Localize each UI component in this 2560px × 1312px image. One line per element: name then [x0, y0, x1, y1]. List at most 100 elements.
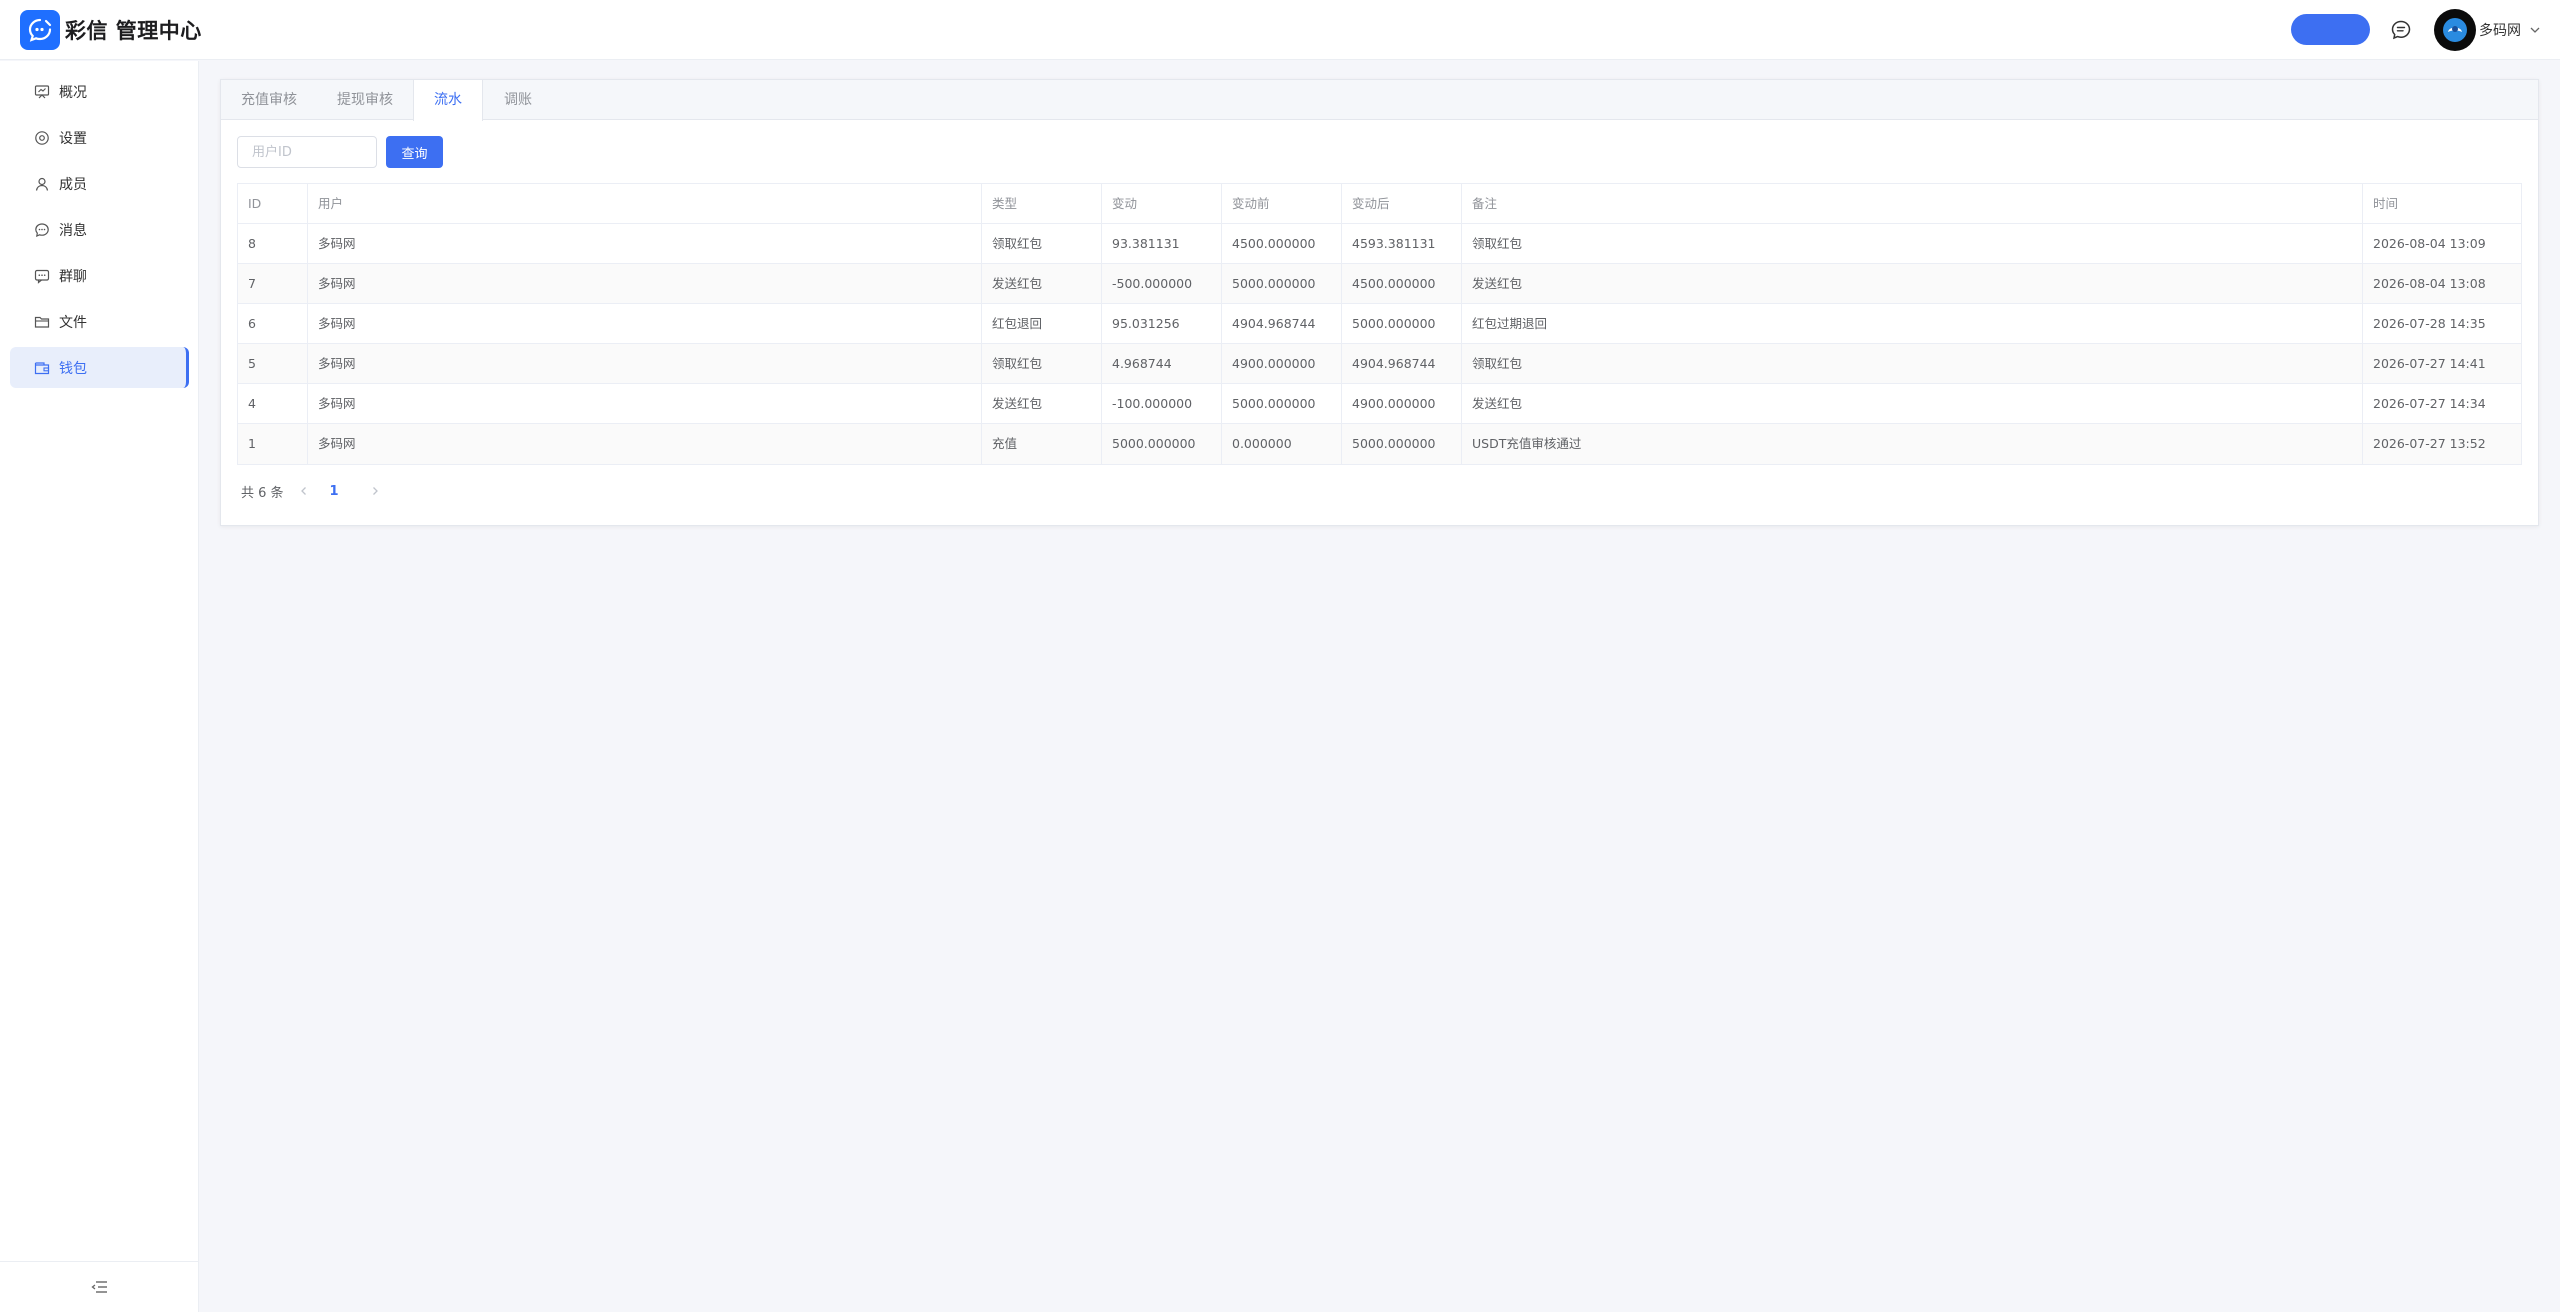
- column-header-note: 备注: [1462, 184, 2363, 223]
- sidebar-item-members[interactable]: 成员: [10, 163, 189, 204]
- cell-type: 领取红包: [982, 224, 1102, 263]
- cell-id: 7: [238, 264, 308, 303]
- message-icon[interactable]: [2389, 18, 2413, 42]
- chevron-right-icon[interactable]: [369, 485, 381, 497]
- column-header-type: 类型: [982, 184, 1102, 223]
- sidebar-item-label: 设置: [59, 130, 87, 147]
- cell-after: 4500.000000: [1342, 264, 1462, 303]
- app-brand-title: 彩信 管理中心: [65, 19, 202, 43]
- table-row[interactable]: 5 多码网 领取红包 4.968744 4900.000000 4904.968…: [238, 344, 2521, 384]
- cell-id: 6: [238, 304, 308, 343]
- column-header-change: 变动: [1102, 184, 1222, 223]
- column-header-after: 变动后: [1342, 184, 1462, 223]
- cell-after: 5000.000000: [1342, 424, 1462, 464]
- user-icon: [35, 177, 49, 191]
- cell-id: 4: [238, 384, 308, 423]
- sidebar: 概况 设置 成员 消息 群聊 文件 钱包: [0, 61, 199, 1312]
- cell-after: 5000.000000: [1342, 304, 1462, 343]
- cell-change: -100.000000: [1102, 384, 1222, 423]
- tab-withdraw-review[interactable]: 提现审核: [317, 80, 413, 120]
- cell-change: 5000.000000: [1102, 424, 1222, 464]
- cell-note: 红包过期退回: [1462, 304, 2363, 343]
- sidebar-item-label: 钱包: [59, 360, 87, 377]
- sidebar-item-label: 概况: [59, 84, 87, 101]
- tab-recharge-review[interactable]: 充值审核: [221, 80, 317, 120]
- cell-user: 多码网: [308, 424, 982, 464]
- wallet-card: 充值审核 提现审核 流水 调账 查询 ID 用户 类型 变动 变动前 变动后 备…: [220, 79, 2539, 526]
- cell-before: 5000.000000: [1222, 264, 1342, 303]
- sidebar-item-label: 成员: [59, 176, 87, 193]
- column-header-user: 用户: [308, 184, 982, 223]
- cell-change: -500.000000: [1102, 264, 1222, 303]
- sidebar-item-files[interactable]: 文件: [10, 301, 189, 342]
- sidebar-item-messages[interactable]: 消息: [10, 209, 189, 250]
- tab-bar: 充值审核 提现审核 流水 调账: [221, 80, 2538, 121]
- cell-before: 4900.000000: [1222, 344, 1342, 383]
- cell-time: 2026-08-04 13:08: [2373, 276, 2486, 291]
- table-row[interactable]: 7 多码网 发送红包 -500.000000 5000.000000 4500.…: [238, 264, 2521, 304]
- table-header-row: ID 用户 类型 变动 变动前 变动后 备注 时间: [238, 184, 2521, 224]
- sidebar-item-wallet[interactable]: 钱包: [10, 347, 189, 388]
- wallet-icon: [34, 361, 50, 374]
- folder-icon: [34, 316, 50, 328]
- cell-user: 多码网: [308, 344, 982, 383]
- sidebar-item-label: 消息: [59, 222, 87, 239]
- cell-before: 4904.968744: [1222, 304, 1342, 343]
- chevron-left-icon[interactable]: [298, 485, 310, 497]
- cell-after: 4904.968744: [1342, 344, 1462, 383]
- cell-user: 多码网: [308, 224, 982, 263]
- group-chat-icon: [34, 269, 50, 284]
- avatar[interactable]: [2434, 9, 2476, 51]
- table-row[interactable]: 6 多码网 红包退回 95.031256 4904.968744 5000.00…: [238, 304, 2521, 344]
- logo-icon[interactable]: [20, 10, 60, 50]
- cell-id: 5: [238, 344, 308, 383]
- sidebar-item-overview[interactable]: 概况: [10, 71, 189, 112]
- cell-note: 领取红包: [1462, 344, 2363, 383]
- cell-time: 2026-08-04 13:09: [2373, 236, 2486, 251]
- column-header-id: ID: [238, 184, 308, 223]
- table-row[interactable]: 1 多码网 充值 5000.000000 0.000000 5000.00000…: [238, 424, 2521, 464]
- tab-adjustment[interactable]: 调账: [483, 80, 553, 120]
- chevron-down-icon[interactable]: [2529, 24, 2541, 36]
- sidebar-item-group-chat[interactable]: 群聊: [10, 255, 189, 296]
- sidebar-item-label: 群聊: [59, 268, 87, 285]
- cell-before: 0.000000: [1222, 424, 1342, 464]
- table-row[interactable]: 8 多码网 领取红包 93.381131 4500.000000 4593.38…: [238, 224, 2521, 264]
- cell-time: 2026-07-28 14:35: [2373, 316, 2486, 331]
- cell-id: 8: [238, 224, 308, 263]
- gear-icon: [35, 130, 49, 145]
- sidebar-item-label: 文件: [59, 314, 87, 331]
- top-header: 彩信 管理中心 多码网: [0, 0, 2560, 60]
- cell-change: 95.031256: [1102, 304, 1222, 343]
- cell-time: 2026-07-27 13:52: [2373, 436, 2486, 451]
- cell-user: 多码网: [308, 384, 982, 423]
- cell-type: 发送红包: [982, 384, 1102, 423]
- cell-user: 多码网: [308, 264, 982, 303]
- pagination-total: 共 6 条: [241, 485, 284, 501]
- column-header-before: 变动前: [1222, 184, 1342, 223]
- table-row[interactable]: 4 多码网 发送红包 -100.000000 5000.000000 4900.…: [238, 384, 2521, 424]
- sidebar-item-settings[interactable]: 设置: [10, 117, 189, 158]
- cell-change: 4.968744: [1102, 344, 1222, 383]
- menu-collapse-icon[interactable]: [91, 1279, 109, 1295]
- cell-after: 4900.000000: [1342, 384, 1462, 423]
- pagination: 共 6 条 1: [241, 480, 381, 502]
- query-button[interactable]: 查询: [386, 136, 443, 168]
- tab-transactions[interactable]: 流水: [413, 80, 483, 121]
- cell-after: 4593.381131: [1342, 224, 1462, 263]
- cell-type: 充值: [982, 424, 1102, 464]
- header-action-button[interactable]: [2291, 14, 2370, 45]
- transactions-table: ID 用户 类型 变动 变动前 变动后 备注 时间 8 多码网 领取红包 93.…: [237, 183, 2522, 465]
- cell-note: 领取红包: [1462, 224, 2363, 263]
- page-number-current[interactable]: 1: [330, 484, 339, 499]
- cell-note: USDT充值审核通过: [1462, 424, 2363, 464]
- cell-type: 领取红包: [982, 344, 1102, 383]
- cell-note: 发送红包: [1462, 384, 2363, 423]
- sidebar-footer-divider: [0, 1261, 199, 1262]
- cell-id: 1: [238, 424, 308, 464]
- column-header-time: 时间: [2373, 196, 2399, 211]
- cell-note: 发送红包: [1462, 264, 2363, 303]
- user-id-search-input[interactable]: [237, 136, 377, 168]
- user-name[interactable]: 多码网: [2479, 20, 2521, 40]
- dashboard-icon: [34, 84, 50, 98]
